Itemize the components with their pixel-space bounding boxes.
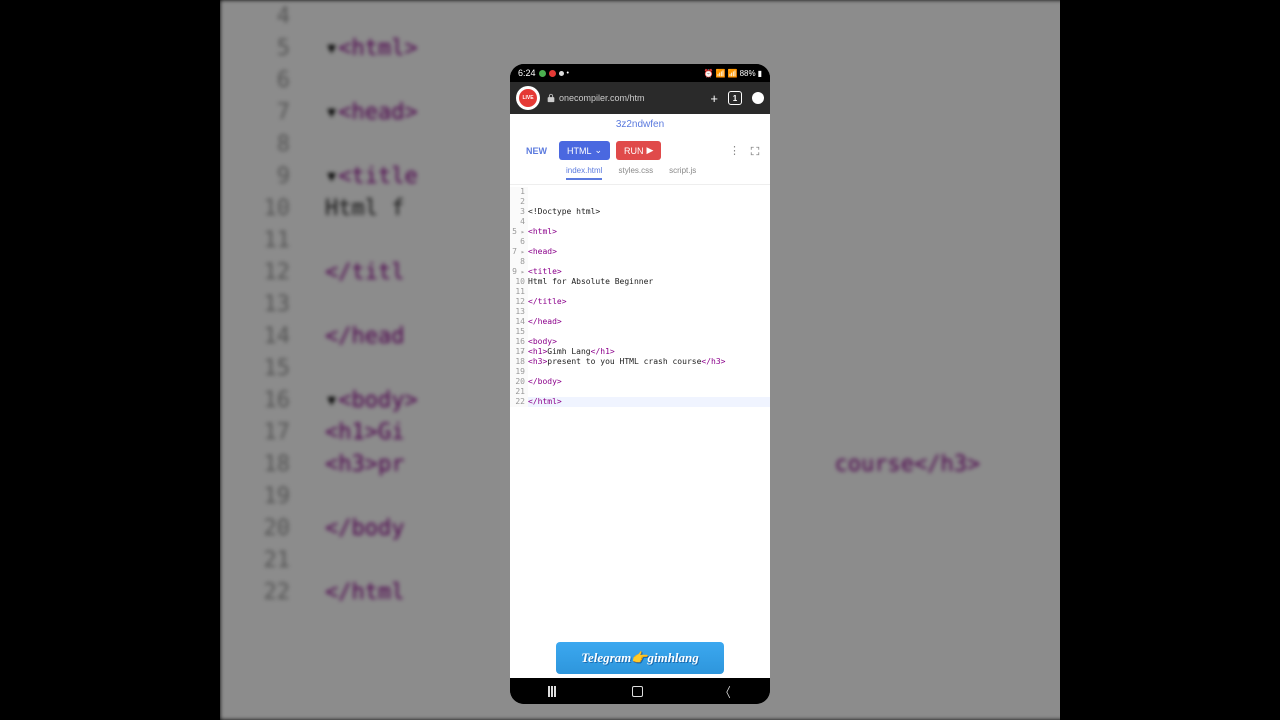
code-line: <h3> — [528, 357, 547, 366]
tab-index-html[interactable]: index.html — [566, 166, 602, 180]
code-line: <head> — [528, 247, 557, 256]
url-bar[interactable]: onecompiler.com/htm — [546, 93, 704, 103]
language-dropdown[interactable]: HTML ⌄ — [559, 141, 610, 160]
page-content: 3z2ndwfen NEW HTML ⌄ RUN ▶ ⋮ index.html … — [510, 114, 770, 678]
file-id: 3z2ndwfen — [510, 114, 770, 135]
expand-icon — [750, 146, 760, 156]
live-badge[interactable]: LIVE — [516, 86, 540, 110]
more-options-button[interactable]: ⋮ — [725, 144, 744, 157]
tab-count-icon[interactable]: 1 — [728, 91, 742, 105]
code-line: </title> — [528, 297, 567, 306]
wifi-icon: 📶 — [716, 69, 726, 78]
file-tabs: index.html styles.css script.js — [510, 166, 770, 185]
android-nav-bar: 〈 — [510, 678, 770, 704]
status-bar: 6:24 • ⏰ 📶 📶 88% ▮ — [510, 64, 770, 82]
run-button[interactable]: RUN ▶ — [616, 141, 661, 160]
status-left: 6:24 • — [518, 68, 569, 78]
language-label: HTML — [567, 146, 592, 156]
battery-icon: ▮ — [758, 69, 762, 78]
play-icon: ▶ — [647, 145, 654, 156]
nav-recents-button[interactable] — [548, 686, 556, 697]
code-line: <h1> — [528, 347, 547, 356]
alarm-icon: ⏰ — [704, 69, 714, 78]
fullscreen-button[interactable] — [750, 146, 760, 156]
code-line: <title> — [528, 267, 562, 276]
profile-icon[interactable] — [752, 92, 764, 104]
code-body[interactable]: <!Doctype html> <html> <head> <title> Ht… — [528, 187, 770, 407]
nav-home-button[interactable] — [632, 686, 643, 697]
phone-frame: 6:24 • ⏰ 📶 📶 88% ▮ LIVE onecompiler.com/… — [510, 64, 770, 704]
chevron-down-icon: ⌄ — [595, 145, 603, 156]
run-label: RUN — [624, 146, 644, 156]
letterbox-left — [0, 0, 220, 720]
signal-icon: 📶 — [728, 69, 738, 78]
code-line: </html> — [528, 397, 562, 406]
code-line: <!Doctype html> — [528, 207, 600, 216]
letterbox-right — [1060, 0, 1280, 720]
code-line: Html for Absolute Beginner — [528, 277, 653, 286]
lock-icon — [546, 93, 556, 103]
new-button[interactable]: NEW — [520, 142, 553, 160]
telegram-banner[interactable]: Telegram👉gimhlang — [556, 642, 724, 674]
code-line: <body> — [528, 337, 557, 346]
code-line: </body> — [528, 377, 562, 386]
nav-back-button[interactable]: 〈 — [720, 682, 730, 701]
battery-text: 88% — [740, 69, 756, 78]
status-dot-icon — [539, 70, 546, 77]
code-line: <html> — [528, 227, 557, 236]
status-right: ⏰ 📶 📶 88% ▮ — [704, 69, 762, 78]
url-text: onecompiler.com/htm — [559, 93, 645, 103]
status-dot-icon — [549, 70, 556, 77]
editor-toolbar: NEW HTML ⌄ RUN ▶ ⋮ — [510, 135, 770, 166]
code-editor[interactable]: 12345▸67▸89▸10111213141516▸171819202122 … — [510, 185, 770, 407]
code-line: </head> — [528, 317, 562, 326]
status-time: 6:24 — [518, 68, 536, 78]
status-dot-icon — [559, 71, 564, 76]
browser-bar: LIVE onecompiler.com/htm + 1 — [510, 82, 770, 114]
new-tab-icon[interactable]: + — [710, 91, 718, 106]
line-numbers: 12345▸67▸89▸10111213141516▸171819202122 — [510, 187, 528, 407]
tab-script-js[interactable]: script.js — [669, 166, 696, 180]
live-icon: LIVE — [519, 89, 537, 107]
status-more-icon: • — [567, 70, 569, 77]
tab-styles-css[interactable]: styles.css — [618, 166, 653, 180]
